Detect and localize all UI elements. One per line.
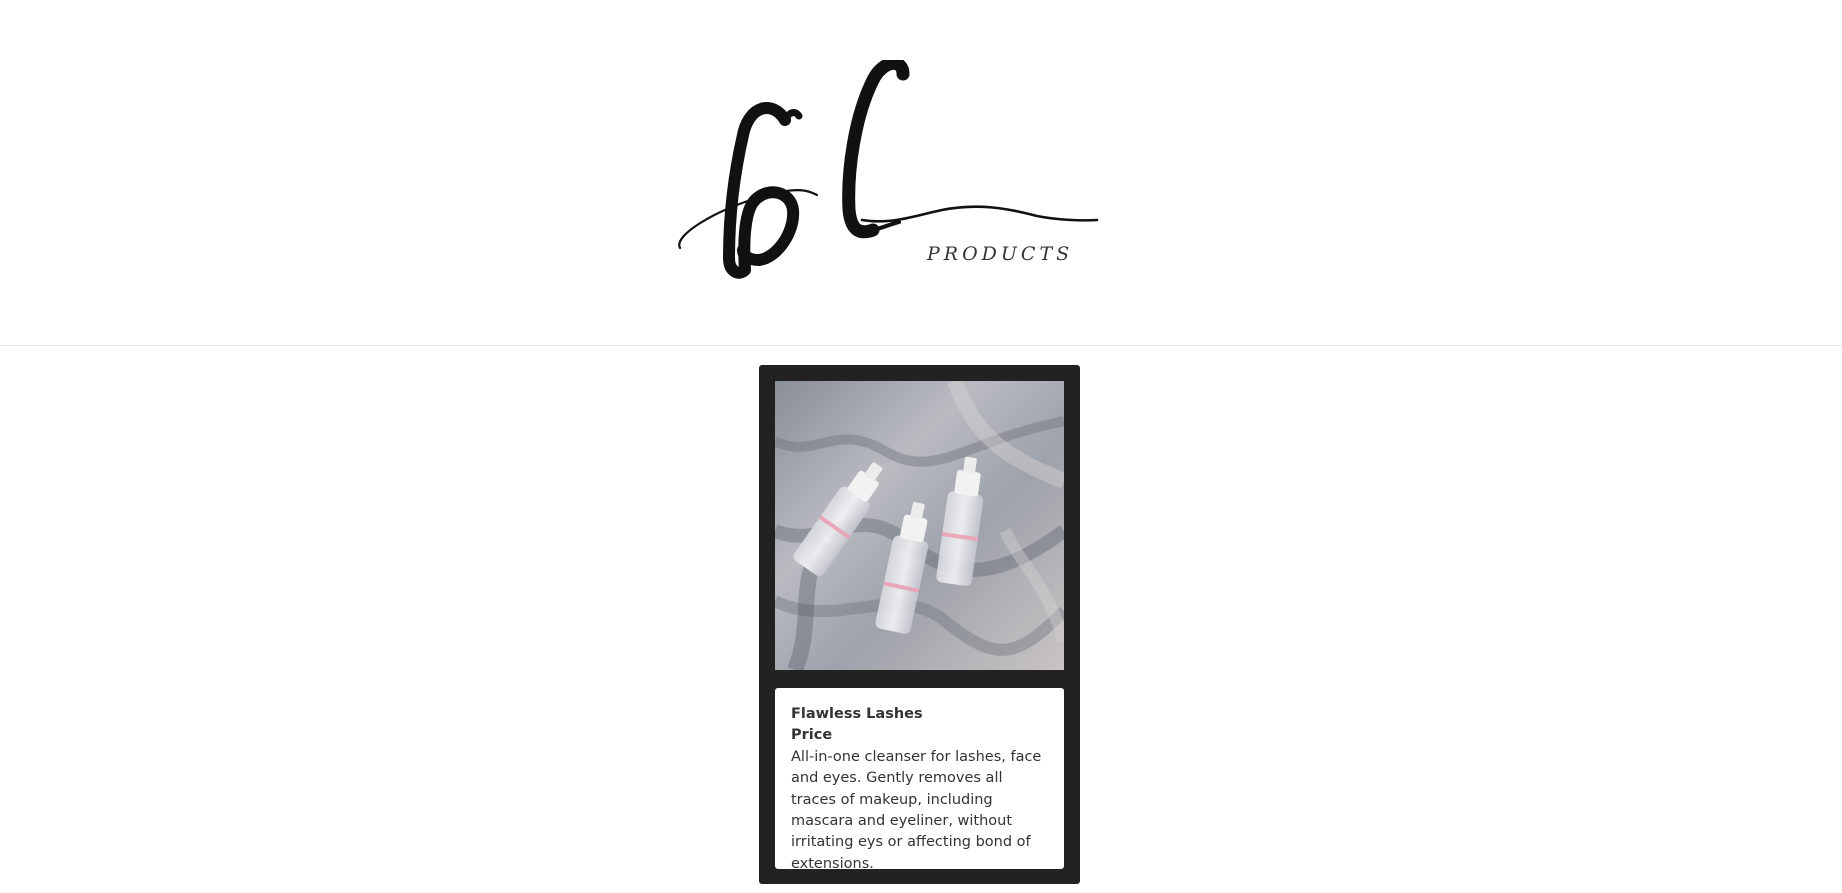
product-description: All-in-one cleanser for lashes, face and… bbox=[791, 748, 1042, 872]
product-image[interactable] bbox=[775, 381, 1064, 670]
logo-subtitle: PRODUCTS bbox=[927, 243, 1074, 265]
product-card[interactable]: Flawless Lashes Price All-in-one cleanse… bbox=[759, 365, 1080, 884]
product-info: Flawless Lashes Price All-in-one cleanse… bbox=[775, 688, 1064, 872]
page: PRODUCTS Flawless Lashes Price All-in-on… bbox=[0, 0, 1842, 893]
product-price-label: Price bbox=[791, 727, 833, 744]
site-header: PRODUCTS bbox=[0, 0, 1842, 346]
product-title[interactable]: Flawless Lashes bbox=[791, 704, 1048, 725]
product-photo-icon bbox=[775, 381, 1064, 670]
brand-logo[interactable]: PRODUCTS bbox=[677, 60, 1099, 280]
